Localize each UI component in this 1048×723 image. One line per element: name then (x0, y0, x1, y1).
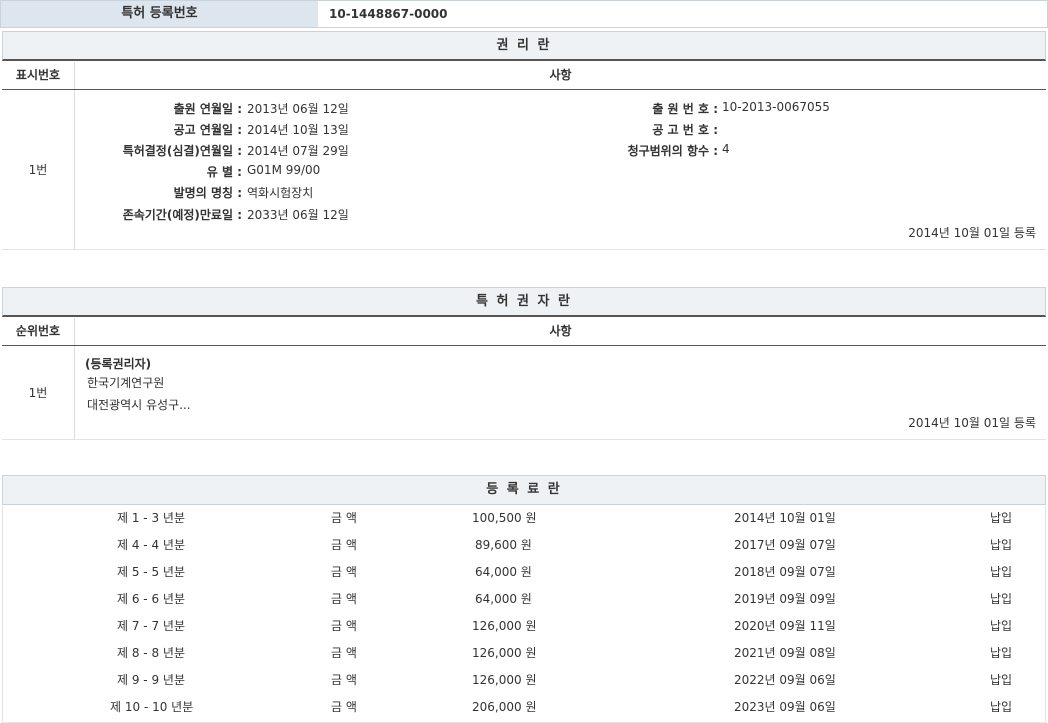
application-number-value: 10-2013-0067055 (722, 100, 830, 114)
fee-row: 제 1 - 3 년분 금 액 100,500 원 2014년 10월 01일 납… (2, 505, 1046, 532)
fee-period: 제 6 - 6 년분 (117, 586, 185, 613)
holder-body: 1번 (등록권리자) 한국기계연구원 대전광역시 유성구... 2014년 10… (2, 346, 1046, 440)
fee-status: 납입 (990, 586, 1012, 613)
rights-registered-date: 2014년 10월 01일 등록 (908, 224, 1036, 241)
invention-title-value: 역화시험장치 (247, 184, 313, 201)
fee-amount: 126,000 원 (472, 613, 536, 640)
fee-row: 제 9 - 9 년분 금 액 126,000 원 2022년 09월 06일 납… (2, 667, 1046, 694)
expiry-date-value: 2033년 06월 12일 (247, 206, 349, 223)
fee-status: 납입 (990, 532, 1012, 559)
invention-title-label: 발명의 명칭 : (174, 184, 242, 201)
rights-row-number: 1번 (2, 90, 75, 249)
filing-date-value: 2013년 06월 12일 (247, 100, 349, 117)
registration-number-value: 10-1448867-0000 (329, 1, 448, 27)
holder-row-number: 1번 (2, 346, 75, 439)
fee-amount: 206,000 원 (472, 694, 536, 721)
fee-row: 제 4 - 4 년분 금 액 89,600 원 2017년 09월 07일 납입 (2, 532, 1046, 559)
fee-period: 제 4 - 4 년분 (117, 532, 185, 559)
publication-date-label: 공고 연월일 : (174, 121, 242, 138)
fee-date: 2020년 09월 11일 (734, 613, 836, 640)
decision-date-label: 특허결정(심결)연월일 : (123, 142, 242, 159)
fee-period: 제 1 - 3 년분 (117, 505, 185, 532)
fee-amount-label: 금 액 (331, 505, 357, 532)
fee-date: 2014년 10월 01일 (734, 505, 836, 532)
fee-row: 제 10 - 10 년분 금 액 206,000 원 2023년 09월 06일… (2, 694, 1046, 721)
fee-status: 납입 (990, 505, 1012, 532)
rights-col-item: 사항 (75, 62, 1046, 89)
fee-status: 납입 (990, 559, 1012, 586)
fee-row: 제 5 - 5 년분 금 액 64,000 원 2018년 09월 07일 납입 (2, 559, 1046, 586)
fee-amount-label: 금 액 (331, 640, 357, 667)
fee-amount: 100,500 원 (472, 505, 536, 532)
fee-date: 2021년 09월 08일 (734, 640, 836, 667)
fee-period: 제 9 - 9 년분 (117, 667, 185, 694)
fee-status: 납입 (990, 667, 1012, 694)
fee-date: 2018년 09월 07일 (734, 559, 836, 586)
registration-number-row: 특허 등록번호 10-1448867-0000 (0, 0, 1048, 28)
rights-body: 1번 출원 연월일 : 2013년 06월 12일 공고 연월일 : 2014년… (2, 90, 1046, 250)
fee-period: 제 7 - 7 년분 (117, 613, 185, 640)
registration-number-label: 특허 등록번호 (1, 1, 318, 27)
decision-date-value: 2014년 07월 29일 (247, 142, 349, 159)
filing-date-label: 출원 연월일 : (174, 100, 242, 117)
rights-column-header: 표시번호 사항 (2, 62, 1046, 90)
publication-date-value: 2014년 10월 13일 (247, 121, 349, 138)
holder-registered-date: 2014년 10월 01일 등록 (908, 414, 1036, 431)
claims-count-label: 청구범위의 항수 : (628, 142, 718, 159)
rights-section-title: 권 리 란 (2, 31, 1046, 61)
fee-amount: 89,600 원 (475, 532, 532, 559)
fee-row: 제 6 - 6 년분 금 액 64,000 원 2019년 09월 09일 납입 (2, 586, 1046, 613)
classification-value: G01M 99/00 (247, 163, 320, 177)
fee-amount-label: 금 액 (331, 532, 357, 559)
fee-amount: 126,000 원 (472, 667, 536, 694)
fee-period: 제 8 - 8 년분 (117, 640, 185, 667)
fee-amount-label: 금 액 (331, 667, 357, 694)
fee-row: 제 8 - 8 년분 금 액 126,000 원 2021년 09월 08일 납… (2, 640, 1046, 667)
holder-section-title: 특 허 권 자 란 (2, 287, 1046, 317)
application-number-label: 출 원 번 호 : (652, 100, 718, 117)
fee-amount: 126,000 원 (472, 640, 536, 667)
fee-period: 제 5 - 5 년분 (117, 559, 185, 586)
holder-address: 대전광역시 유성구... (87, 396, 191, 413)
fee-status: 납입 (990, 640, 1012, 667)
expiry-date-label: 존속기간(예정)만료일 : (123, 206, 242, 223)
fee-amount-label: 금 액 (331, 586, 357, 613)
rights-col-number: 표시번호 (2, 62, 75, 89)
fee-amount: 64,000 원 (475, 559, 532, 586)
holder-col-item: 사항 (75, 318, 1046, 345)
fees-section-title: 등 록 료 란 (2, 475, 1046, 505)
fee-amount-label: 금 액 (331, 559, 357, 586)
fee-row: 제 7 - 7 년분 금 액 126,000 원 2020년 09월 11일 납… (2, 613, 1046, 640)
fee-date: 2022년 09월 06일 (734, 667, 836, 694)
holder-column-header: 순위번호 사항 (2, 318, 1046, 346)
holder-col-rank: 순위번호 (2, 318, 75, 345)
fee-amount-label: 금 액 (331, 613, 357, 640)
fee-date: 2019년 09월 09일 (734, 586, 836, 613)
fee-amount: 64,000 원 (475, 586, 532, 613)
holder-heading: (등록권리자) (85, 355, 151, 372)
classification-label: 유 별 : (207, 163, 242, 180)
fee-status: 납입 (990, 613, 1012, 640)
claims-count-value: 4 (722, 142, 730, 156)
fee-date: 2017년 09월 07일 (734, 532, 836, 559)
fee-status: 납입 (990, 694, 1012, 721)
holder-name: 한국기계연구원 (87, 374, 164, 391)
fee-amount-label: 금 액 (331, 694, 357, 721)
fee-date: 2023년 09월 06일 (734, 694, 836, 721)
publication-number-label: 공 고 번 호 : (652, 121, 718, 138)
fee-period: 제 10 - 10 년분 (110, 694, 193, 721)
